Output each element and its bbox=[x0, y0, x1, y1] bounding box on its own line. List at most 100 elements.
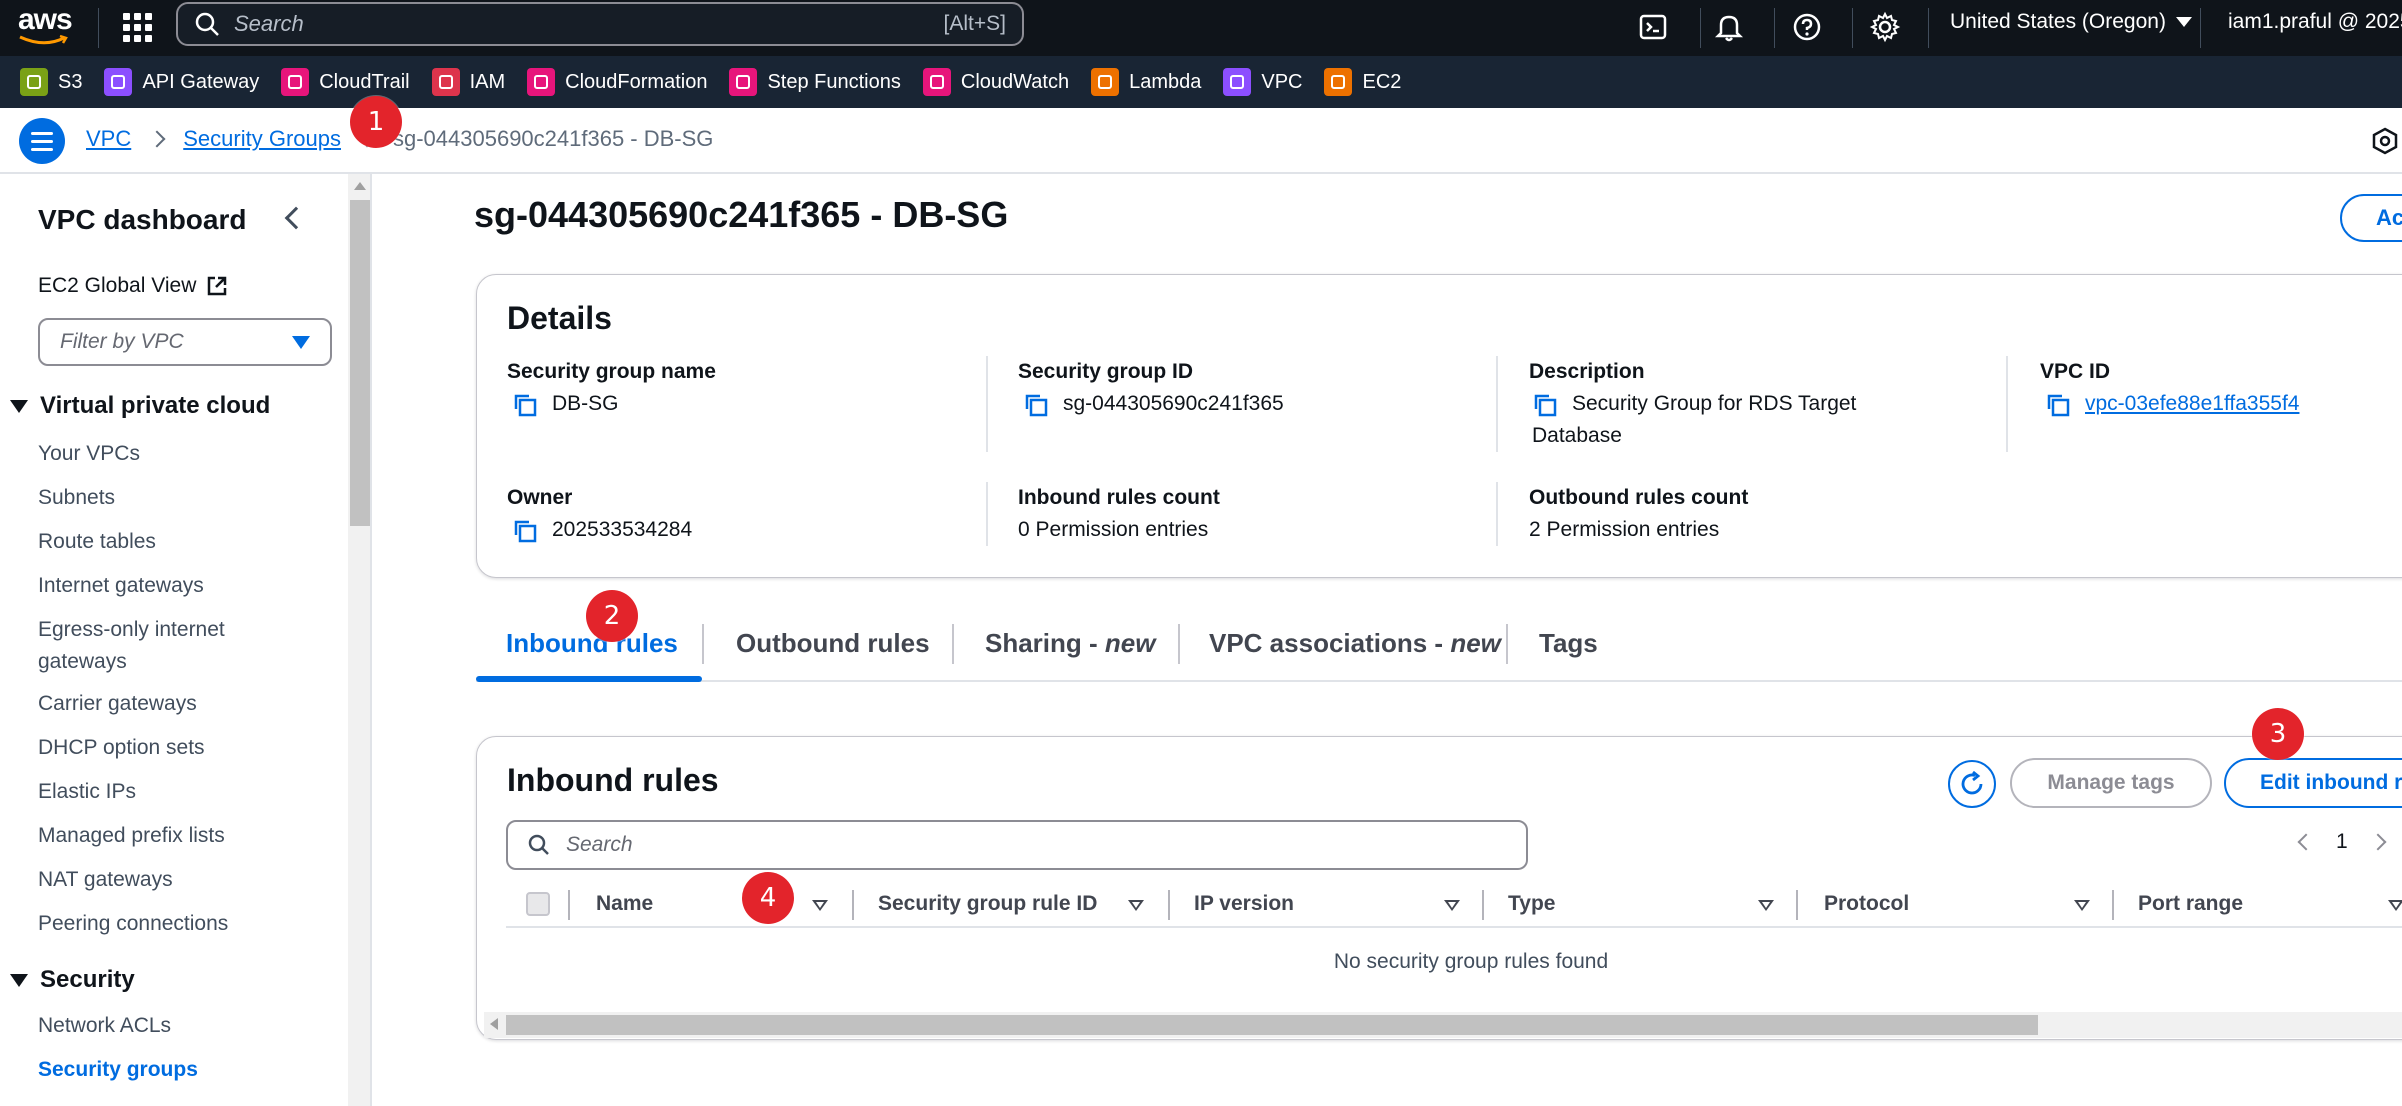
aws-smile-icon bbox=[19, 34, 68, 45]
vpc-id-link[interactable]: vpc-03efe88e1ffa355f4 bbox=[2085, 388, 2299, 420]
favorite-api-gateway[interactable]: API Gateway bbox=[104, 68, 259, 96]
breadcrumb-current: sg-044305690c241f365 - DB-SG bbox=[392, 126, 714, 151]
sidebar-item-peering-connections[interactable]: Peering connections bbox=[38, 908, 268, 940]
cloudshell-icon[interactable] bbox=[1636, 10, 1670, 44]
copy-icon[interactable] bbox=[1023, 392, 1049, 418]
global-search-input[interactable]: Search [Alt+S] bbox=[176, 2, 1024, 46]
favorite-lambda[interactable]: Lambda bbox=[1091, 68, 1201, 96]
sidebar-item-dhcp-option-sets[interactable]: DHCP option sets bbox=[38, 732, 268, 764]
column-header-ip-version[interactable]: IP version bbox=[1194, 892, 1294, 916]
collapse-sidebar-icon[interactable] bbox=[284, 206, 308, 230]
sort-icon[interactable] bbox=[1128, 900, 1144, 911]
tab-bar: Inbound rules Outbound rules Sharing - n… bbox=[476, 612, 2402, 682]
tab-sharing[interactable]: Sharing - new bbox=[985, 628, 1155, 659]
column-header-port-range[interactable]: Port range bbox=[2138, 892, 2243, 916]
sidebar-section-security[interactable]: Security bbox=[10, 966, 135, 994]
tab-vpc-associations[interactable]: VPC associations - new bbox=[1209, 628, 1501, 659]
sidebar-item-egress-only-internet-gateways[interactable]: Egress-only internet gateways bbox=[38, 614, 268, 678]
breadcrumb-security-groups-link[interactable]: Security Groups bbox=[183, 126, 341, 152]
actions-button[interactable]: Actions bbox=[2340, 194, 2402, 242]
sidebar-item-internet-gateways[interactable]: Internet gateways bbox=[38, 570, 268, 602]
tab-label: VPC associations - bbox=[1209, 628, 1451, 658]
favorite-cloudformation[interactable]: CloudFormation bbox=[527, 68, 707, 96]
column-header-type[interactable]: Type bbox=[1508, 892, 1555, 916]
sort-icon[interactable] bbox=[1444, 900, 1460, 911]
edit-inbound-rules-button[interactable]: Edit inbound rules bbox=[2224, 758, 2402, 808]
sidebar-title[interactable]: VPC dashboard bbox=[38, 204, 246, 236]
copy-icon[interactable] bbox=[512, 518, 538, 544]
tab-tags[interactable]: Tags bbox=[1539, 628, 1598, 659]
column-header-security-group-rule-id[interactable]: Security group rule ID bbox=[878, 892, 1097, 916]
sidebar-section-virtual-private-cloud[interactable]: Virtual private cloud bbox=[10, 392, 270, 420]
sort-icon[interactable] bbox=[1758, 900, 1774, 911]
account-menu[interactable]: iam1.praful @ 2025 bbox=[2228, 10, 2402, 34]
sort-icon[interactable] bbox=[2074, 900, 2090, 911]
sidebar: VPC dashboard EC2 Global View Filter by … bbox=[0, 174, 348, 1106]
column-header-protocol[interactable]: Protocol bbox=[1824, 892, 1909, 916]
sidebar-item-subnets[interactable]: Subnets bbox=[38, 482, 268, 514]
notifications-bell-icon[interactable] bbox=[1712, 10, 1746, 44]
preferences-hexagon-icon[interactable] bbox=[2370, 126, 2400, 156]
refresh-button[interactable] bbox=[1948, 760, 1996, 808]
previous-page-icon[interactable] bbox=[2297, 833, 2315, 851]
menu-hamburger-icon[interactable] bbox=[19, 118, 65, 164]
copy-icon[interactable] bbox=[512, 392, 538, 418]
favorite-cloudwatch[interactable]: CloudWatch bbox=[922, 68, 1069, 96]
copy-icon[interactable] bbox=[1532, 392, 1558, 418]
copy-icon[interactable] bbox=[2045, 392, 2071, 418]
settings-gear-icon[interactable] bbox=[1868, 10, 1902, 44]
sidebar-item-managed-prefix-lists[interactable]: Managed prefix lists bbox=[38, 820, 268, 852]
manage-tags-button[interactable]: Manage tags bbox=[2010, 758, 2212, 808]
sidebar-item-ec2-global-view[interactable]: EC2 Global View bbox=[38, 274, 228, 298]
scrollbar-thumb[interactable] bbox=[506, 1015, 2038, 1035]
aws-logo[interactable]: aws bbox=[18, 5, 74, 48]
scroll-up-icon[interactable] bbox=[354, 182, 366, 190]
search-placeholder: Search bbox=[234, 11, 304, 36]
annotation-badge-4: 4 bbox=[742, 872, 794, 924]
sidebar-item-your-vpcs[interactable]: Your VPCs bbox=[38, 438, 268, 470]
region-selector[interactable]: United States (Oregon) bbox=[1950, 10, 2192, 34]
page-number[interactable]: 1 bbox=[2336, 830, 2348, 854]
scrollbar-thumb[interactable] bbox=[350, 200, 370, 526]
chevron-right-icon bbox=[148, 130, 166, 148]
sidebar-scrollbar[interactable] bbox=[348, 174, 372, 1106]
favorite-step-functions[interactable]: Step Functions bbox=[729, 68, 901, 96]
tab-outbound-rules[interactable]: Outbound rules bbox=[736, 628, 930, 659]
lambda-service-icon bbox=[1091, 68, 1120, 96]
sort-icon[interactable] bbox=[812, 900, 828, 911]
services-menu-icon[interactable] bbox=[120, 10, 154, 44]
column-divider bbox=[2112, 890, 2114, 920]
filter-by-vpc-select[interactable]: Filter by VPC bbox=[38, 318, 332, 366]
description-value: Security Group for RDS Target Database bbox=[1532, 388, 1952, 452]
select-all-checkbox[interactable] bbox=[526, 892, 550, 916]
active-tab-indicator bbox=[476, 676, 702, 682]
table-horizontal-scrollbar[interactable] bbox=[484, 1012, 2402, 1038]
breadcrumb-vpc-link[interactable]: VPC bbox=[86, 126, 131, 152]
sidebar-item-route-tables[interactable]: Route tables bbox=[38, 526, 268, 558]
scroll-left-icon[interactable] bbox=[490, 1018, 498, 1030]
favorite-vpc[interactable]: VPC bbox=[1223, 68, 1302, 96]
sort-icon[interactable] bbox=[2388, 900, 2402, 911]
column-header-name[interactable]: Name bbox=[596, 892, 653, 916]
sg-name-value: DB-SG bbox=[512, 388, 619, 420]
sidebar-item-nat-gateways[interactable]: NAT gateways bbox=[38, 864, 268, 896]
sidebar-item-network-acls[interactable]: Network ACLs bbox=[38, 1010, 268, 1042]
sidebar-item-security-groups[interactable]: Security groups bbox=[38, 1054, 268, 1086]
owner-label: Owner bbox=[507, 486, 573, 509]
favorite-iam[interactable]: IAM bbox=[431, 68, 505, 96]
caret-down-icon bbox=[10, 399, 28, 413]
nav-divider bbox=[98, 8, 99, 48]
next-page-icon[interactable] bbox=[2369, 833, 2387, 851]
favorite-s3[interactable]: S3 bbox=[20, 68, 82, 96]
sidebar-item-elastic-ips[interactable]: Elastic IPs bbox=[38, 776, 268, 808]
search-icon bbox=[528, 834, 549, 855]
cloudformation-service-icon bbox=[527, 68, 556, 96]
sidebar-item-carrier-gateways[interactable]: Carrier gateways bbox=[38, 688, 268, 720]
section-label: Security bbox=[40, 966, 135, 993]
favorite-cloudtrail[interactable]: CloudTrail bbox=[281, 68, 410, 96]
help-icon[interactable] bbox=[1790, 10, 1824, 44]
region-label: United States (Oregon) bbox=[1950, 10, 2166, 33]
favorite-ec2[interactable]: EC2 bbox=[1324, 68, 1401, 96]
inbound-count-value: 0 Permission entries bbox=[1018, 518, 1209, 541]
rules-search-input[interactable]: Search bbox=[506, 820, 1528, 870]
